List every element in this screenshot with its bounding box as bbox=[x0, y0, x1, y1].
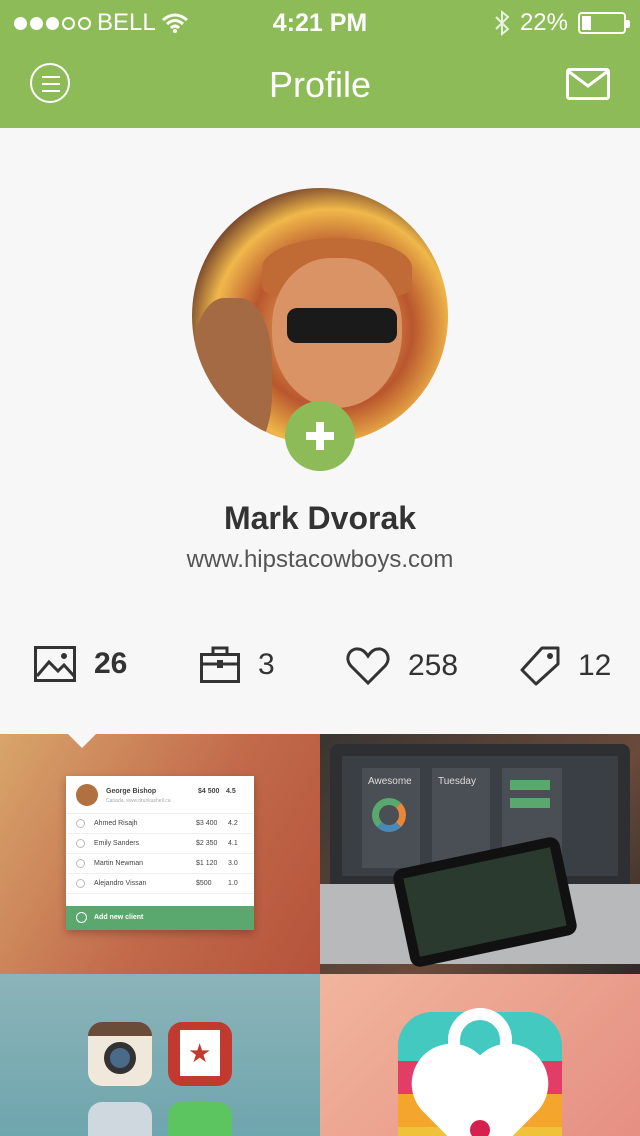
card-header-sub: Canada, www.drunkashell.ca bbox=[106, 798, 171, 804]
page-title: Profile bbox=[268, 64, 372, 105]
photo-grid: George Bishop Canada, www.drunkashell.ca… bbox=[0, 734, 640, 1136]
list-item: Ahmed Risajh $3 400 4.2 bbox=[66, 814, 254, 834]
grid-tile-1[interactable]: George Bishop Canada, www.drunkashell.ca… bbox=[0, 734, 320, 974]
bluetooth-icon bbox=[495, 10, 510, 36]
grid-tile-3[interactable]: ★ bbox=[0, 974, 320, 1136]
card-header-rating: 4.5 bbox=[226, 788, 236, 795]
stat-projects-count: 3 bbox=[258, 648, 275, 681]
stat-photos-count: 26 bbox=[94, 647, 128, 680]
client-card: George Bishop Canada, www.drunkashell.ca… bbox=[66, 776, 254, 930]
status-bar: BELL 4:21 PM 22% bbox=[0, 0, 640, 44]
love-lock-app-icon bbox=[398, 1008, 562, 1136]
selection-notch bbox=[68, 734, 96, 748]
stat-likes-count: 258 bbox=[408, 649, 459, 682]
profile-url[interactable]: www.hipstacowboys.com bbox=[0, 546, 640, 574]
add-friend-button[interactable] bbox=[285, 401, 355, 471]
stat-projects[interactable]: 3 bbox=[200, 646, 275, 684]
keyhole-icon bbox=[470, 1120, 490, 1136]
card-footer: Add new client bbox=[66, 906, 254, 930]
stat-tags-count: 12 bbox=[578, 649, 612, 682]
image-icon bbox=[34, 646, 76, 682]
profile-section: Mark Dvorak www.hipstacowboys.com 26 3 2… bbox=[0, 128, 640, 734]
plus-circle-icon bbox=[76, 912, 87, 923]
list-item: Alejandro Vissan $500 1.0 bbox=[66, 874, 254, 894]
stats-bar: 26 3 258 12 bbox=[0, 646, 640, 702]
status-right: 22% bbox=[494, 9, 630, 37]
instagram-app-icon bbox=[88, 1022, 152, 1086]
heart-icon bbox=[346, 647, 390, 686]
stat-likes[interactable]: 258 bbox=[346, 646, 458, 686]
battery-percent: 22% bbox=[519, 9, 568, 36]
laptop-panel-2: Tuesday bbox=[438, 776, 476, 787]
card-header-revenue: $4 500 bbox=[198, 788, 220, 795]
card-header-name: George Bishop bbox=[106, 788, 157, 795]
stat-photos[interactable]: 26 bbox=[34, 646, 127, 682]
card-avatar bbox=[76, 784, 98, 806]
tag-icon bbox=[520, 646, 560, 686]
list-item: Emily Sanders $2 350 4.1 bbox=[66, 834, 254, 854]
grid-tile-2[interactable]: Awesome Tuesday bbox=[320, 734, 640, 974]
mail-icon[interactable] bbox=[566, 68, 610, 100]
briefcase-icon bbox=[200, 646, 240, 683]
stat-tags[interactable]: 12 bbox=[520, 646, 611, 686]
password-app-icon bbox=[88, 1102, 152, 1136]
nav-bar: Profile bbox=[0, 44, 640, 128]
whatsapp-app-icon bbox=[168, 1102, 232, 1136]
profile-name: Mark Dvorak bbox=[223, 500, 417, 536]
battery-icon bbox=[578, 12, 630, 34]
battery-fill bbox=[582, 16, 591, 30]
grid-tile-4[interactable] bbox=[320, 974, 640, 1136]
laptop-panel-1: Awesome bbox=[368, 776, 412, 787]
bookmark-app-icon: ★ bbox=[168, 1022, 232, 1086]
list-item: Martin Newman $1 120 3.0 bbox=[66, 854, 254, 874]
